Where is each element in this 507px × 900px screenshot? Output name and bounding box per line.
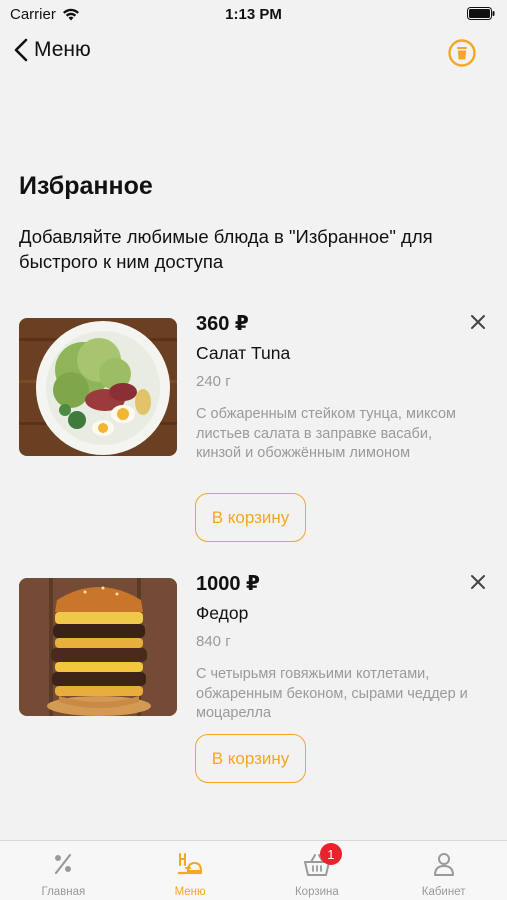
- cart-count-badge: 1: [319, 843, 342, 865]
- item-name: Федор: [196, 603, 249, 623]
- tab-label: Кабинет: [421, 886, 466, 898]
- remove-favorite-button[interactable]: [468, 572, 488, 592]
- remove-favorite-button[interactable]: [468, 312, 488, 332]
- close-icon: [471, 315, 485, 329]
- battery-icon: [467, 7, 495, 24]
- chevron-left-icon: [14, 38, 28, 62]
- user-icon: [430, 851, 458, 877]
- item-price: 1000 ₽: [196, 573, 260, 595]
- item-weight: 240 г: [196, 373, 231, 390]
- item-weight: 840 г: [196, 633, 231, 650]
- back-button-label: Меню: [34, 38, 91, 61]
- tab-label: Меню: [174, 886, 206, 898]
- page-subtitle: Добавляйте любимые блюда в "Избранное" д…: [19, 226, 433, 272]
- salad-photo: [19, 318, 177, 456]
- tab-home[interactable]: Главная: [0, 841, 127, 900]
- basket-icon: 1: [303, 843, 342, 877]
- add-to-cart-button[interactable]: В корзину: [195, 734, 306, 783]
- item-name: Салат Tuna: [196, 343, 291, 363]
- tab-bar: Главная Меню 1 Корзина Кабинет: [0, 840, 507, 900]
- item-description: С обжаренным стейком тунца, миксом листь…: [196, 406, 457, 461]
- tab-menu[interactable]: Меню: [127, 841, 254, 900]
- status-bar: Carrier 1:13 PM: [0, 0, 507, 28]
- burger-photo: [19, 578, 177, 716]
- add-to-cart-button[interactable]: В корзину: [195, 493, 306, 542]
- tab-label: Корзина: [294, 886, 339, 898]
- menu-food-icon: [176, 851, 204, 877]
- item-price: 360 ₽: [196, 313, 249, 335]
- clock: 1:13 PM: [225, 6, 282, 23]
- clear-favorites-button[interactable]: [447, 38, 477, 68]
- item-description: С четырьмя говяжьими котлетами, обжаренн…: [196, 666, 468, 721]
- tab-label: Главная: [41, 886, 86, 898]
- back-button[interactable]: Меню: [14, 38, 91, 62]
- close-icon: [471, 575, 485, 589]
- tab-cart[interactable]: 1 Корзина: [254, 841, 381, 900]
- trash-icon: [448, 39, 476, 67]
- percent-icon: [49, 851, 77, 877]
- tab-account[interactable]: Кабинет: [380, 841, 507, 900]
- page-title: Избранное: [19, 172, 153, 200]
- navigation-bar: Меню: [0, 34, 507, 74]
